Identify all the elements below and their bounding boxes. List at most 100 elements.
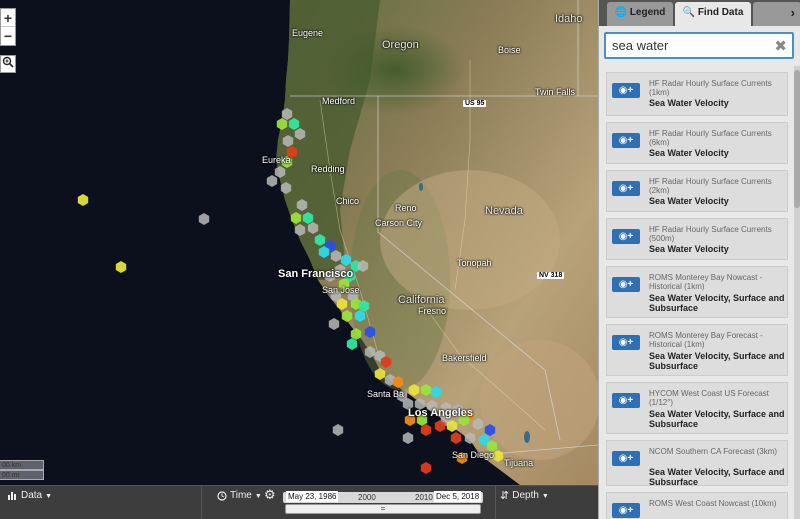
observation-hex[interactable] [332,424,344,436]
zoom-in-button[interactable]: + [1,9,15,27]
globe-plus-icon: ◉+ [618,453,634,464]
result-card[interactable]: ◉+ HF Radar Hourly Surface Currents (500m… [606,218,788,260]
timeline-tick: 2010 [415,493,433,502]
add-layer-button[interactable]: ◉+ [612,181,640,196]
timeline-tick: 2000 [358,493,376,502]
observation-hex[interactable] [357,260,369,272]
depth-arrows-icon: ⇵ [500,490,510,502]
tab-legend[interactable]: 🌐 Legend [607,2,673,26]
result-variable: Sea Water Velocity, Surface and Subsurfa… [649,351,785,371]
depth-menu-button[interactable]: ⇵ Depth ▼ [500,486,549,519]
observation-hex[interactable] [330,250,342,262]
label-medford: Medford [322,96,356,106]
observation-hex[interactable] [364,326,376,338]
globe-icon: 🌐 [614,7,628,18]
observation-hex[interactable] [346,338,358,350]
result-variable: Sea Water Velocity, Surface and Subsurfa… [649,409,785,429]
observation-hex[interactable] [274,166,286,178]
observation-hex[interactable] [307,222,319,234]
result-card[interactable]: ◉+ HF Radar Hourly Surface Currents (6km)… [606,122,788,164]
observation-hex[interactable] [364,346,376,358]
observation-hex[interactable] [472,418,484,430]
data-menu-button[interactable]: Data ▼ [8,486,52,519]
add-layer-button[interactable]: ◉+ [612,277,640,292]
results-scrollbar-thumb[interactable] [794,70,800,208]
result-card[interactable]: ◉+ HF Radar Hourly Surface Currents (1km)… [606,72,788,116]
search-input[interactable] [606,34,766,57]
result-card[interactable]: ◉+ HYCOM West Coast US Forecast (1/12°) Se… [606,382,788,434]
zoom-out-button[interactable]: − [1,27,15,45]
observation-hex[interactable] [302,212,314,224]
result-card[interactable]: ◉+ ROMS Monterey Bay Forecast - Historica… [606,324,788,376]
label-san-jose: San Jose [322,285,360,295]
observation-hex[interactable] [276,118,288,130]
time-slider[interactable]: 2000 2010 May 23, 1986 Dec 5, 2018 = [283,488,483,516]
add-layer-button[interactable]: ◉+ [612,451,640,466]
label-tonopah: Tonopah [457,258,492,268]
observation-hex[interactable] [420,384,432,396]
observation-hex[interactable] [282,135,294,147]
observation-hex[interactable] [77,194,89,206]
observation-hex[interactable] [266,175,278,187]
map-view[interactable]: Idaho Oregon Nevada California Eugene Bo… [0,0,598,485]
divider [201,486,202,519]
result-variable: Sea Water Velocity, Surface and Subsurfa… [649,467,785,487]
observation-hex[interactable] [341,310,353,322]
time-menu-button[interactable]: Time ▼ [217,486,262,519]
tab-find-data[interactable]: 🔍 Find Data [675,2,751,26]
observation-hex[interactable] [354,310,366,322]
result-card[interactable]: ◉+ROMS West Coast Nowcast (10km)Sea Wate… [606,492,788,519]
globe-plus-icon: ◉+ [618,183,634,194]
zoom-box-button[interactable] [0,55,16,73]
result-variable: Sea Water Velocity [649,98,729,108]
add-layer-button[interactable]: ◉+ [612,503,640,518]
collapse-sidebar-button[interactable]: › [753,2,800,26]
observation-hex[interactable] [296,199,308,211]
result-card[interactable]: ◉+ ROMS Monterey Bay Nowcast - Historical… [606,266,788,318]
result-source: HF Radar Hourly Surface Currents (1km) [649,79,772,97]
clear-search-icon[interactable]: ✖ [774,37,787,55]
result-source: HYCOM West Coast US Forecast (1/12°) [649,389,769,407]
observation-hex[interactable] [294,224,306,236]
add-layer-button[interactable]: ◉+ [612,83,640,98]
label-boise: Boise [498,45,521,55]
add-layer-button[interactable]: ◉+ [612,393,640,408]
observation-hex[interactable] [198,213,210,225]
scale-bar-km: 00 km [0,460,44,470]
observation-hex[interactable] [402,432,414,444]
add-layer-button[interactable]: ◉+ [612,133,640,148]
add-layer-button[interactable]: ◉+ [612,229,640,244]
result-variable: Sea Water Velocity [649,148,729,158]
add-layer-button[interactable]: ◉+ [612,335,640,350]
observation-hex[interactable] [374,368,386,380]
bar-chart-icon [8,492,16,500]
observation-hex[interactable] [484,424,496,436]
result-card[interactable]: ◉+ NCOM Southern CA Forecast (3km) Sea Wat… [606,440,788,487]
observation-hex[interactable] [115,261,127,273]
observation-hex[interactable] [408,384,420,396]
observation-hex-layer[interactable] [0,0,598,485]
observation-hex[interactable] [350,328,362,340]
observation-hex[interactable] [340,254,352,266]
time-settings-button[interactable]: ⚙ [264,486,276,519]
result-variable: Sea Water Velocity [649,196,729,206]
observation-hex[interactable] [450,432,462,444]
time-range-handle[interactable]: = [285,504,481,514]
observation-hex[interactable] [281,108,293,120]
observation-hex[interactable] [420,462,432,474]
result-card[interactable]: ◉+ HF Radar Hourly Surface Currents (2km)… [606,170,788,212]
observation-hex[interactable] [290,212,302,224]
observation-hex[interactable] [420,424,432,436]
observation-hex[interactable] [288,118,300,130]
observation-hex[interactable] [430,386,442,398]
observation-hex[interactable] [328,318,340,330]
label-california: California [398,294,445,306]
label-fresno: Fresno [418,306,447,316]
sidebar: 🌐 Legend 🔍 Find Data › ✖ ◉+ HF Radar Hour… [598,0,800,519]
observation-hex[interactable] [280,182,292,194]
observation-hex[interactable] [314,234,326,246]
observation-hex[interactable] [294,128,306,140]
observation-hex[interactable] [492,450,504,462]
observation-hex[interactable] [464,432,476,444]
label-bakersfield: Bakersfield [442,353,487,363]
